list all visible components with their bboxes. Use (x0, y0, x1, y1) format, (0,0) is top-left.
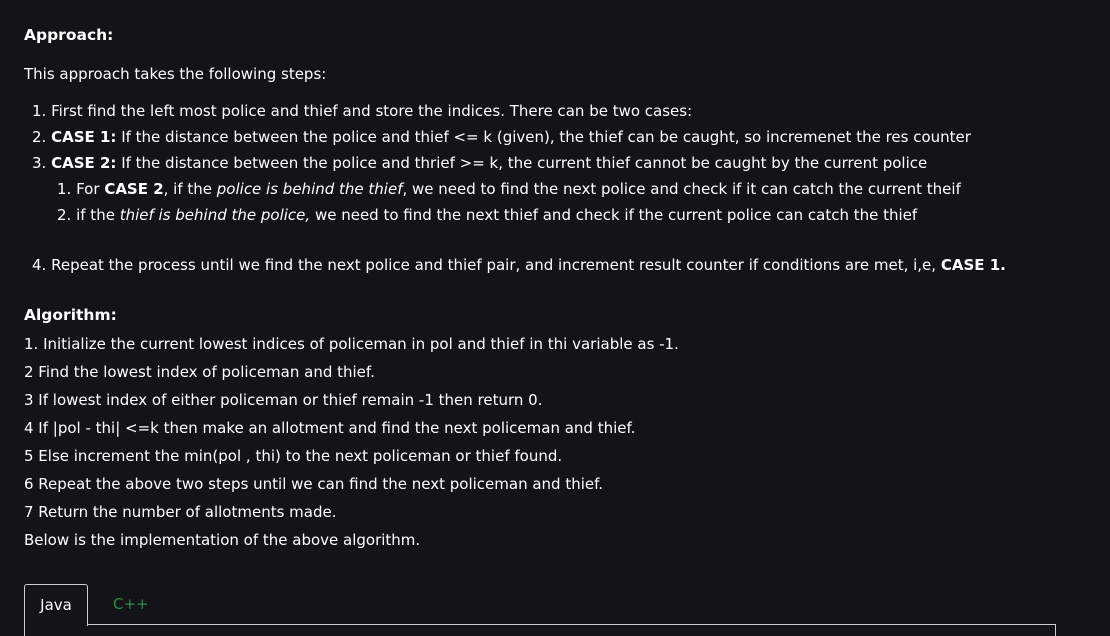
algorithm-line: 2 Find the lowest index of policeman and… (24, 363, 375, 381)
algorithm-line: 1. Initialize the current lowest indices… (24, 335, 679, 353)
algorithm-line: 3 If lowest index of either policeman or… (24, 391, 543, 409)
approach-intro: This approach takes the following steps: (24, 65, 327, 83)
algorithm-line: 7 Return the number of allotments made. (24, 503, 337, 521)
algorithm-heading: Algorithm: (24, 306, 117, 324)
list-item: 1. For CASE 2, if the police is behind t… (57, 180, 961, 198)
list-item: 4. Repeat the process until we find the … (32, 256, 1006, 274)
tab-java[interactable]: Java (24, 584, 88, 626)
list-item: 2. CASE 1: If the distance between the p… (32, 128, 971, 146)
list-item: 1. First find the left most police and t… (32, 102, 693, 120)
list-item: 3. CASE 2: If the distance between the p… (32, 154, 928, 172)
tab-cpp[interactable]: C++ (113, 584, 149, 624)
implementation-note: Below is the implementation of the above… (24, 531, 421, 549)
algorithm-line: 6 Repeat the above two steps until we ca… (24, 475, 604, 493)
algorithm-line: 4 If |pol - thi| <=k then make an allotm… (24, 419, 636, 437)
code-panel-border-right (1055, 624, 1056, 636)
code-language-tabs: Java C++ (24, 584, 1056, 636)
approach-heading: Approach: (24, 26, 114, 44)
list-item: 2. if the thief is behind the police, we… (57, 206, 918, 224)
tab-bar-divider (87, 624, 1056, 625)
algorithm-line: 5 Else increment the min(pol , thi) to t… (24, 447, 563, 465)
